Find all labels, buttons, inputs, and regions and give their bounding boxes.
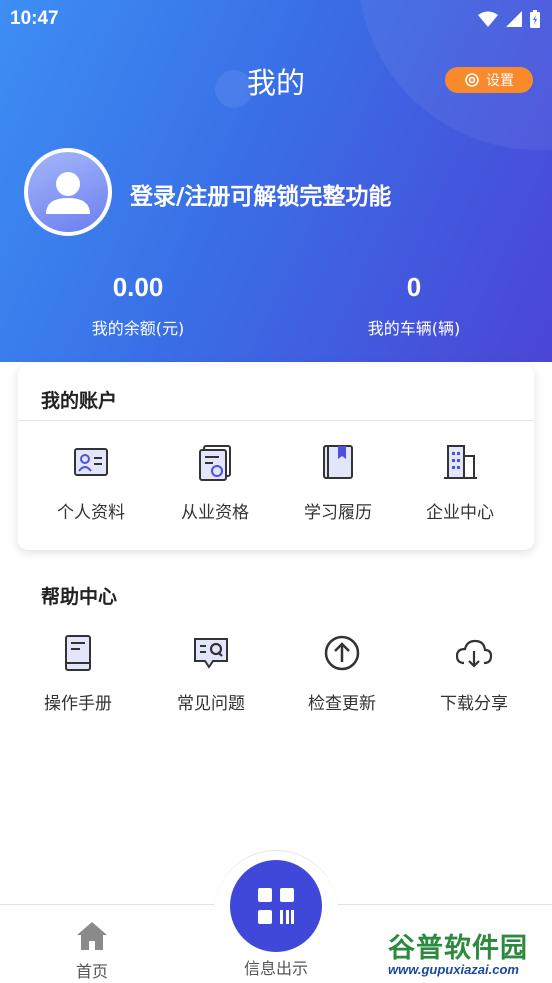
account-item-label: 从业资格 [181, 503, 249, 523]
balance-value: 0.00 [112, 272, 164, 302]
help-item-label: 常见问题 [177, 694, 245, 714]
watermark: 谷普软件园 www.gupuxiazai.com [384, 924, 552, 983]
help-item-faq[interactable]: 常见问题 [149, 633, 273, 714]
account-item-profile[interactable]: 个人资料 [29, 442, 153, 523]
settings-button[interactable]: 设置 [445, 67, 533, 93]
help-item-share[interactable]: 下载分享 [412, 633, 536, 714]
status-bar: 10:47 [0, 0, 552, 38]
nav-item-info-display[interactable] [230, 860, 322, 952]
nav-item-home[interactable]: 首页 [58, 920, 126, 982]
watermark-title: 谷普软件园 [388, 933, 528, 964]
help-item-update[interactable]: 检查更新 [280, 633, 404, 714]
avatar-image [28, 152, 108, 232]
id-card-icon [74, 448, 108, 476]
book-icon [323, 445, 353, 479]
wifi-icon [478, 11, 498, 27]
qr-code-icon [256, 888, 296, 924]
help-item-label: 检查更新 [308, 694, 376, 714]
user-icon [46, 172, 90, 214]
update-icon [324, 635, 360, 671]
login-prompt[interactable]: 登录/注册可解锁完整功能 [130, 177, 391, 211]
account-card: 我的账户 个人资料 从业资格 学习履历 企业中心 [18, 364, 534, 550]
balance-stat[interactable]: 0.00 我的余额(元) [38, 272, 238, 339]
certificate-icon [199, 445, 231, 481]
account-item-label: 学习履历 [304, 503, 372, 523]
building-icon [444, 445, 477, 479]
account-item-label: 企业中心 [426, 503, 494, 523]
account-item-label: 个人资料 [57, 503, 125, 523]
gear-icon [465, 73, 479, 87]
vehicles-value: 0 [406, 272, 422, 302]
battery-icon [530, 10, 540, 28]
settings-label: 设置 [486, 73, 514, 89]
help-item-manual[interactable]: 操作手册 [16, 633, 140, 714]
vehicles-stat[interactable]: 0 我的车辆(辆) [314, 272, 514, 339]
manual-icon [65, 635, 91, 671]
help-item-label: 操作手册 [44, 694, 112, 714]
profile-header: 10:47 我的 设置 登录/注册可解锁完整功能 0.00 我的余额(元) 0 … [0, 0, 552, 362]
account-item-enterprise[interactable]: 企业中心 [398, 442, 522, 523]
account-item-history[interactable]: 学习履历 [276, 442, 400, 523]
help-title: 帮助中心 [41, 586, 118, 608]
nav-info-display-label[interactable]: 信息出示 [226, 955, 326, 979]
cloud-download-icon [455, 639, 493, 668]
home-icon [77, 922, 107, 950]
account-title: 我的账户 [41, 390, 118, 412]
help-item-label: 下载分享 [440, 694, 508, 714]
nav-home-label: 首页 [75, 962, 108, 981]
balance-label: 我的余额(元) [91, 319, 185, 338]
divider [18, 420, 534, 421]
avatar[interactable] [24, 148, 112, 236]
status-time: 10:47 [10, 8, 59, 29]
faq-icon [194, 638, 228, 669]
watermark-url: www.gupuxiazai.com [388, 962, 519, 977]
signal-icon [506, 11, 522, 27]
status-icons [478, 10, 540, 28]
vehicles-label: 我的车辆(辆) [367, 319, 461, 338]
account-item-qualification[interactable]: 从业资格 [153, 442, 277, 523]
